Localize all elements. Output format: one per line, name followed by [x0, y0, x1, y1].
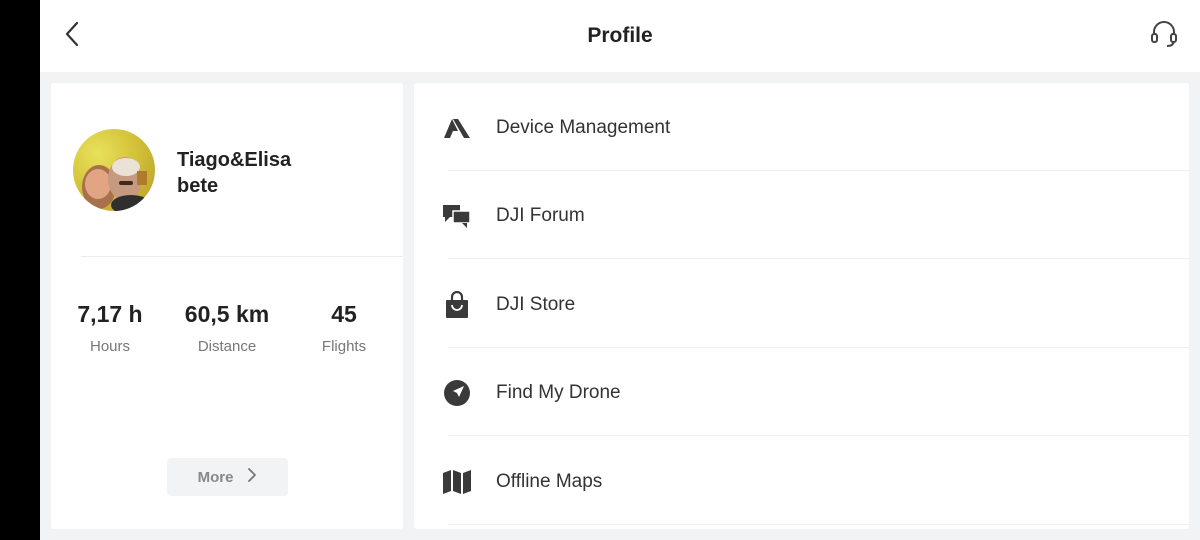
device-management-icon [442, 113, 472, 143]
user-name-line-2: bete [177, 175, 219, 197]
menu-item-label: DJI Store [496, 294, 576, 315]
stat-flights-label: Flights [321, 338, 367, 355]
stat-distance-label: Distance [197, 338, 257, 355]
menu-item-label: Offline Maps [496, 471, 603, 492]
menu-item-label: Find My Drone [496, 382, 621, 403]
stat-hours-value: 7,17 h [77, 301, 143, 327]
profile-menu: Device Management DJI Forum DJI Store Fi… [414, 83, 1189, 529]
stat-distance: 60,5 km Distance [177, 301, 277, 355]
stat-distance-value: 60,5 km [184, 301, 270, 327]
chevron-right-icon [247, 467, 257, 488]
user-name-line-1: Tiago&Elisa [177, 149, 292, 171]
divider [448, 435, 1189, 436]
profile-screen: Profile Tiago&Elisa bete 7,17 h Hours 60… [40, 0, 1200, 540]
more-button-label: More [197, 468, 234, 486]
divider [448, 258, 1189, 259]
menu-item-dji-forum[interactable]: DJI Forum [414, 171, 1189, 259]
support-button[interactable] [1146, 18, 1182, 54]
headset-icon [1149, 19, 1179, 54]
flight-stats: 7,17 h Hours 60,5 km Distance 45 Flights [51, 301, 403, 361]
menu-item-find-my-drone[interactable]: Find My Drone [414, 348, 1189, 436]
compass-navigation-icon [442, 378, 472, 408]
map-icon [442, 467, 472, 497]
page-title: Profile [587, 24, 653, 47]
menu-item-dji-store[interactable]: DJI Store [414, 260, 1189, 348]
more-button[interactable]: More [167, 458, 288, 496]
user-name: Tiago&Elisa bete [177, 147, 337, 199]
menu-item-offline-maps[interactable]: Offline Maps [414, 437, 1189, 525]
stat-hours-label: Hours [89, 338, 130, 355]
shopping-bag-icon [442, 290, 472, 320]
divider [81, 256, 403, 257]
menu-item-device-management[interactable]: Device Management [414, 83, 1189, 171]
top-bar: Profile [40, 0, 1200, 72]
stat-flights-value: 45 [331, 301, 357, 327]
menu-item-label: Device Management [496, 117, 671, 138]
stat-flights: 45 Flights [309, 301, 379, 355]
stat-hours: 7,17 h Hours [71, 301, 149, 355]
profile-card: Tiago&Elisa bete 7,17 h Hours 60,5 km Di… [51, 83, 403, 529]
menu-item-label: DJI Forum [496, 205, 585, 226]
forum-chat-icon [442, 201, 472, 231]
avatar[interactable] [73, 129, 155, 211]
divider [448, 524, 1189, 525]
